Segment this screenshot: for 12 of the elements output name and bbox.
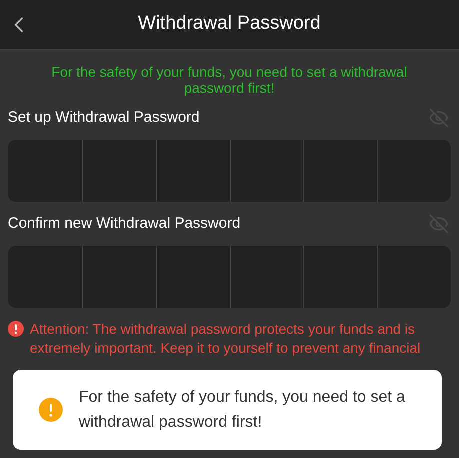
toast-text: For the safety of your funds, you need to set a withdrawal password first! xyxy=(79,388,406,433)
field-label: Confirm new Withdrawal Password xyxy=(8,214,241,234)
visibility-toggle[interactable] xyxy=(429,214,449,234)
field-label: Set up Withdrawal Password xyxy=(8,108,200,128)
warning-icon xyxy=(8,321,24,337)
password-input[interactable] xyxy=(8,246,451,308)
attention-text: Attention: The withdrawal password protects your funds and is extremely important. Keep it to yourself to prevent any financial xyxy=(30,320,422,358)
notice-text: For the safety of your funds, you need to set a withdrawal password first! xyxy=(50,64,408,96)
page-title: Withdrawal Password xyxy=(138,12,321,36)
warning-icon xyxy=(39,398,63,422)
password-input[interactable] xyxy=(8,140,451,202)
visibility-toggle[interactable] xyxy=(429,108,449,128)
